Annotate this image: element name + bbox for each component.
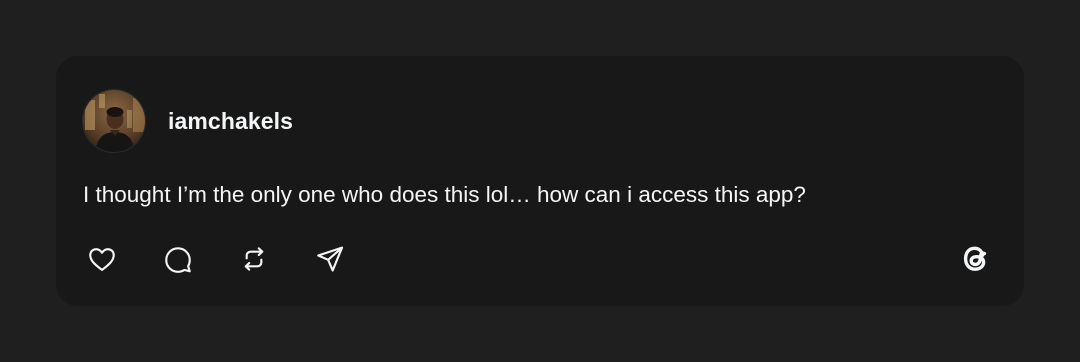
send-icon <box>317 246 344 272</box>
post-text: I thought I’m the only one who does this… <box>83 182 806 207</box>
threads-logo-icon[interactable] <box>955 238 995 278</box>
repost-icon <box>244 247 264 271</box>
repost-button[interactable] <box>237 242 271 276</box>
avatar-photo <box>83 90 145 152</box>
heart-icon <box>89 248 115 271</box>
comment-icon <box>165 247 191 273</box>
share-button[interactable] <box>313 242 347 276</box>
avatar[interactable] <box>82 89 146 153</box>
username[interactable]: iamchakels <box>168 108 293 135</box>
like-button[interactable] <box>85 242 119 276</box>
post-header: iamchakels <box>82 89 293 153</box>
post-card: iamchakels I thought I’m the only one wh… <box>56 56 1024 306</box>
reply-button[interactable] <box>161 242 195 276</box>
action-bar <box>85 242 389 276</box>
